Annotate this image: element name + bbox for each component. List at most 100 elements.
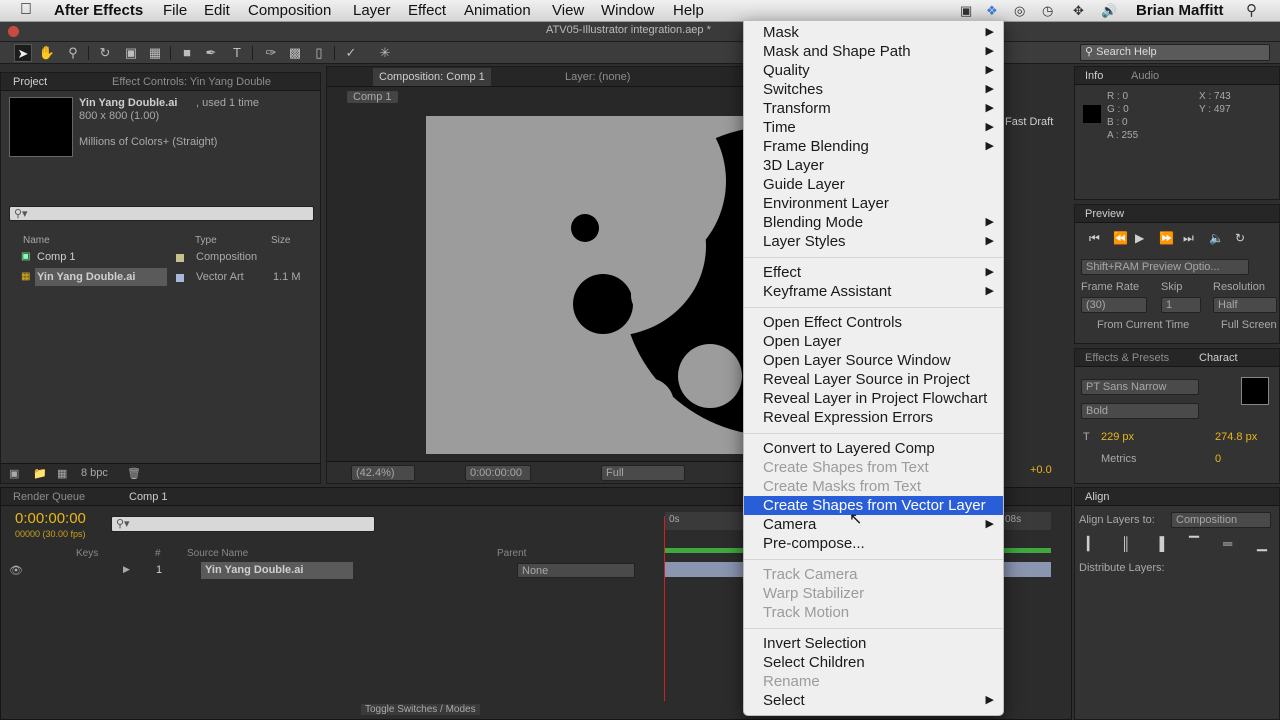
context-menu-item-convert-to-layered-comp[interactable]: Convert to Layered Comp <box>744 439 1003 458</box>
visibility-eye-icon[interactable]: 👁 <box>9 564 23 577</box>
camera-icon[interactable]: ▣ <box>960 3 972 19</box>
context-menu-item-create-shapes-from-vector-layer[interactable]: Create Shapes from Vector Layer <box>744 496 1003 515</box>
last-frame-icon[interactable]: ⏭ <box>1183 231 1194 246</box>
context-menu-item-reveal-layer-in-project-flowchart[interactable]: Reveal Layer in Project Flowchart <box>744 389 1003 408</box>
context-menu-item-select-children[interactable]: Select Children <box>744 653 1003 672</box>
comp-breadcrumb[interactable]: Comp 1 <box>347 91 398 103</box>
tab-info[interactable]: Info <box>1085 67 1103 85</box>
first-frame-icon[interactable]: ⏮ <box>1089 231 1100 246</box>
tracking-value[interactable]: 0 <box>1215 453 1221 465</box>
context-menu-item-guide-layer[interactable]: Guide Layer <box>744 175 1003 194</box>
audio-icon[interactable]: 🔈 <box>1209 231 1224 245</box>
menu-composition[interactable]: Composition <box>248 2 331 19</box>
menu-animation[interactable]: Animation <box>464 2 531 19</box>
label-color[interactable] <box>176 274 184 282</box>
align-center-icon[interactable]: ║ <box>1121 536 1130 551</box>
font-size-value[interactable]: 229 px <box>1101 431 1134 443</box>
sync-icon[interactable]: ◎ <box>1014 3 1025 19</box>
context-menu-item-quality[interactable]: Quality ▶ <box>744 61 1003 80</box>
resolution-dropdown[interactable]: Full <box>601 465 685 481</box>
timeline-timecode[interactable]: 0:00:00:00 <box>15 510 86 527</box>
full-screen-checkbox[interactable]: Full Screen <box>1221 319 1277 331</box>
selection-tool-icon[interactable]: ➤ <box>14 44 32 62</box>
leading-value[interactable]: 274.8 px <box>1215 431 1257 443</box>
tab-preview[interactable]: Preview <box>1085 205 1124 223</box>
expand-arrow-icon[interactable]: ▶ <box>123 564 130 575</box>
pan-behind-tool-icon[interactable]: ▦ <box>146 44 164 62</box>
menu-edit[interactable]: Edit <box>204 2 230 19</box>
context-menu-item-open-layer[interactable]: Open Layer <box>744 332 1003 351</box>
app-menu[interactable]: After Effects <box>54 2 143 19</box>
camera-tool-icon[interactable]: ▣ <box>122 44 140 62</box>
clone-stamp-tool-icon[interactable]: ▩ <box>286 44 304 62</box>
menu-window[interactable]: Window <box>601 2 654 19</box>
font-family-dropdown[interactable]: PT Sans Narrow <box>1081 379 1199 395</box>
project-search-input[interactable]: ⚲▾ <box>9 206 314 221</box>
zoom-dropdown[interactable]: (42.4%) <box>351 465 415 481</box>
spotlight-icon[interactable]: ⚲ <box>1246 1 1257 19</box>
tab-audio[interactable]: Audio <box>1131 67 1159 85</box>
context-menu-item-time[interactable]: Time ▶ <box>744 118 1003 137</box>
project-row-selected[interactable]: ▦ Yin Yang Double.ai Vector Art 1.1 M <box>1 268 306 286</box>
search-help-input[interactable]: ⚲ Search Help <box>1080 44 1270 61</box>
timeline-search-input[interactable]: ⚲▾ <box>111 516 375 532</box>
puppet-tool-icon[interactable]: ✳ <box>376 44 394 62</box>
skip-dropdown[interactable]: 1 <box>1161 297 1201 313</box>
align-middle-icon[interactable]: ═ <box>1223 536 1232 551</box>
toggle-switches-modes[interactable]: Toggle Switches / Modes <box>361 704 480 715</box>
context-menu-item-reveal-layer-source-in-project[interactable]: Reveal Layer Source in Project <box>744 370 1003 389</box>
play-icon[interactable]: ▶ <box>1135 231 1144 245</box>
menu-effect[interactable]: Effect <box>408 2 446 19</box>
context-menu-item-reveal-expression-errors[interactable]: Reveal Expression Errors <box>744 408 1003 427</box>
layer-name[interactable]: Yin Yang Double.ai <box>205 564 303 576</box>
brush-tool-icon[interactable]: ✑ <box>262 44 280 62</box>
context-menu-item-open-effect-controls[interactable]: Open Effect Controls <box>744 313 1003 332</box>
dropbox-icon[interactable]: ❖ <box>986 3 998 19</box>
align-top-icon[interactable]: ▔ <box>1189 536 1199 552</box>
user-name[interactable]: Brian Maffitt <box>1136 2 1224 19</box>
context-menu-item-frame-blending[interactable]: Frame Blending ▶ <box>744 137 1003 156</box>
menu-view[interactable]: View <box>552 2 584 19</box>
context-menu-item-switches[interactable]: Switches ▶ <box>744 80 1003 99</box>
context-menu-item-invert-selection[interactable]: Invert Selection <box>744 634 1003 653</box>
align-right-icon[interactable]: ▐ <box>1155 536 1164 551</box>
align-to-dropdown[interactable]: Composition <box>1171 512 1271 528</box>
label-color[interactable] <box>176 254 184 262</box>
zoom-tool-icon[interactable]: ⚲ <box>64 44 82 62</box>
font-style-dropdown[interactable]: Bold <box>1081 403 1199 419</box>
rotate-tool-icon[interactable]: ↻ <box>96 44 114 62</box>
timeline-layer-row[interactable]: 👁 ▶ 1 Yin Yang Double.ai None <box>1 562 661 580</box>
trash-icon[interactable]: 🗑 <box>127 467 141 480</box>
context-menu-item-layer-styles[interactable]: Layer Styles ▶ <box>744 232 1003 251</box>
tab-effect-controls[interactable]: Effect Controls: Yin Yang Double <box>112 73 271 91</box>
context-menu-item-pre-compose[interactable]: Pre-compose... <box>744 534 1003 553</box>
prev-frame-icon[interactable]: ⏪ <box>1113 231 1128 245</box>
next-frame-icon[interactable]: ⏩ <box>1159 231 1174 245</box>
close-window-button[interactable] <box>8 26 19 37</box>
interpret-footage-icon[interactable]: ▣ <box>9 467 19 480</box>
context-menu-item-mask[interactable]: Mask ▶ <box>744 23 1003 42</box>
new-comp-icon[interactable]: ▦ <box>57 467 67 480</box>
bit-depth-label[interactable]: 8 bpc <box>81 467 108 479</box>
composition-canvas[interactable] <box>426 116 746 454</box>
tab-layer[interactable]: Layer: (none) <box>565 68 630 86</box>
exposure-value[interactable]: +0.0 <box>1030 464 1052 476</box>
project-row[interactable]: ▣ Comp 1 Composition <box>1 248 306 266</box>
fill-color-swatch[interactable] <box>1241 377 1269 405</box>
time-machine-icon[interactable]: ◷ <box>1042 3 1053 19</box>
frame-rate-dropdown[interactable]: (30) <box>1081 297 1147 313</box>
col-type[interactable]: Type <box>195 235 217 246</box>
tab-project[interactable]: Project <box>13 73 47 91</box>
fast-draft-label[interactable]: Fast Draft <box>1005 116 1053 128</box>
resolution-dropdown[interactable]: Half <box>1213 297 1277 313</box>
context-menu-item-3d-layer[interactable]: 3D Layer <box>744 156 1003 175</box>
new-folder-icon[interactable]: 📁 <box>33 467 47 480</box>
type-tool-icon[interactable]: T <box>228 44 246 62</box>
context-menu-item-camera[interactable]: Camera ▶ <box>744 515 1003 534</box>
menu-help[interactable]: Help <box>673 2 704 19</box>
context-menu-item-keyframe-assistant[interactable]: Keyframe Assistant ▶ <box>744 282 1003 301</box>
align-bottom-icon[interactable]: ▁ <box>1257 536 1267 552</box>
context-menu-item-blending-mode[interactable]: Blending Mode ▶ <box>744 213 1003 232</box>
loop-icon[interactable]: ↻ <box>1235 231 1245 245</box>
parent-dropdown[interactable]: None <box>517 563 635 578</box>
